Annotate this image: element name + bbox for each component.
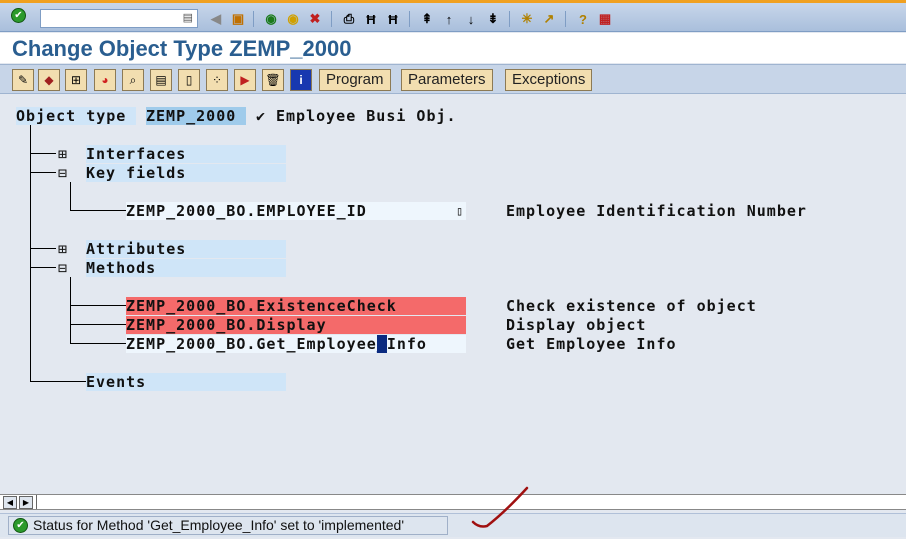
display-icon[interactable]: ▤ xyxy=(150,69,172,91)
new-session-icon[interactable]: ✳ xyxy=(518,10,536,28)
folder-closed-icon[interactable]: ⊞ xyxy=(58,145,68,163)
parameters-button[interactable]: Parameters xyxy=(401,69,493,91)
object-check-icon: ✔ xyxy=(256,107,267,125)
method-name-end: Info xyxy=(386,335,427,353)
method-description: Get Employee Info xyxy=(506,335,677,353)
delete-icon[interactable]: 🗑 xyxy=(262,69,284,91)
enter-icon[interactable]: ✔ xyxy=(11,8,26,23)
handwritten-checkmark xyxy=(471,486,529,528)
horizontal-scrollbar[interactable]: ◀ ▶ xyxy=(0,494,906,510)
tree-node-key-fields[interactable]: Key fields xyxy=(86,164,286,182)
command-field[interactable]: ▤ xyxy=(40,9,198,28)
folder-open-icon[interactable]: ⊟ xyxy=(58,164,68,182)
method-description: Check existence of object xyxy=(506,297,757,315)
page-title: Change Object Type ZEMP_2000 xyxy=(0,33,906,63)
info-icon[interactable]: i xyxy=(290,69,312,91)
object-type-label: Object type xyxy=(16,107,136,125)
method-name-start: ZEMP_2000_BO.Get_Employee xyxy=(126,335,377,353)
copy-icon[interactable]: ⁘ xyxy=(206,69,228,91)
last-page-icon[interactable]: ⇟ xyxy=(484,10,502,28)
success-icon: ✔ xyxy=(13,518,28,533)
edit-icon[interactable]: ✎ xyxy=(12,69,34,91)
back-icon[interactable]: ◉ xyxy=(262,10,280,28)
method-item[interactable]: ZEMP_2000_BO.Display xyxy=(126,316,466,334)
create-icon[interactable]: ▯ xyxy=(178,69,200,91)
help-icon[interactable]: ? xyxy=(574,10,592,28)
status-bar: ✔ Status for Method 'Get_Employee_Info' … xyxy=(0,513,906,537)
system-toolbar: ✔ ▤ ◀ ▣ ◉ ◉ ✖ ⎙ Ħ Ħ ⇞ ↑ ↓ ⇟ ✳ ↗ ? ▦ xyxy=(0,0,906,32)
program-button[interactable]: Program xyxy=(319,69,391,91)
hierarchy-icon[interactable]: ⊞ xyxy=(65,69,87,91)
tree-node-methods[interactable]: Methods xyxy=(86,259,286,277)
exit-icon[interactable]: ◉ xyxy=(284,10,302,28)
tree-node-events[interactable]: Events xyxy=(86,373,286,391)
exceptions-button[interactable]: Exceptions xyxy=(505,69,593,91)
command-history-icon[interactable]: ▤ xyxy=(183,11,193,24)
check-icon[interactable]: ◕ xyxy=(94,69,116,91)
folder-closed-icon[interactable]: ⊞ xyxy=(58,240,68,258)
object-type-value[interactable]: ZEMP_2000 xyxy=(146,107,246,125)
next-page-icon[interactable]: ↓ xyxy=(462,10,480,28)
search-icon[interactable]: ⌕ xyxy=(122,69,144,91)
back-arrow-icon[interactable]: ◀ xyxy=(207,10,225,28)
layout-menu-icon[interactable]: ▦ xyxy=(596,10,614,28)
method-item[interactable]: ZEMP_2000_BO.ExistenceCheck xyxy=(126,297,466,315)
tree-node-attributes[interactable]: Attributes xyxy=(86,240,286,258)
status-message: Status for Method 'Get_Employee_Info' se… xyxy=(33,517,404,533)
find-next-icon[interactable]: Ħ xyxy=(384,10,402,28)
tree-node-interfaces[interactable]: Interfaces xyxy=(86,145,286,163)
key-field-item[interactable]: ZEMP_2000_BO.EMPLOYEE_ID xyxy=(126,202,466,220)
object-description: Employee Busi Obj. xyxy=(276,107,457,125)
previous-page-icon[interactable]: ↑ xyxy=(440,10,458,28)
generate-icon[interactable]: ▶ xyxy=(234,69,256,91)
print-icon[interactable]: ⎙ xyxy=(340,10,358,28)
folder-open-icon[interactable]: ⊟ xyxy=(58,259,68,277)
scroll-right-icon[interactable]: ▶ xyxy=(19,496,33,509)
document-icon: ▯ xyxy=(456,204,465,218)
find-icon[interactable]: Ħ xyxy=(362,10,380,28)
save-icon[interactable]: ▣ xyxy=(229,10,247,28)
method-description: Display object xyxy=(506,316,647,334)
status-message-box[interactable]: ✔ Status for Method 'Get_Employee_Info' … xyxy=(8,516,448,535)
first-page-icon[interactable]: ⇞ xyxy=(418,10,436,28)
hat-icon[interactable]: ◆ xyxy=(38,69,60,91)
method-item-selected[interactable]: ZEMP_2000_BO.Get_Employee_Info xyxy=(126,335,466,353)
text-cursor: _ xyxy=(376,335,387,353)
shortcut-icon[interactable]: ↗ xyxy=(540,10,558,28)
application-toolbar: ✎ ◆ ⊞ ◕ ⌕ ▤ ▯ ⁘ ▶ 🗑 i Program Parameters… xyxy=(0,64,906,94)
cancel-icon[interactable]: ✖ xyxy=(306,10,324,28)
key-field-description: Employee Identification Number xyxy=(506,202,807,220)
scroll-left-icon[interactable]: ◀ xyxy=(3,496,17,509)
